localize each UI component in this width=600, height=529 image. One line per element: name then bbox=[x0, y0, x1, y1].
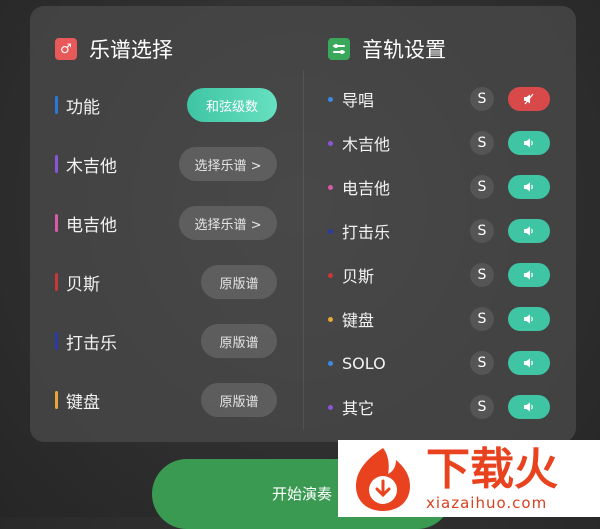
track-volume-toggle[interactable] bbox=[508, 131, 550, 155]
solo-button[interactable]: S bbox=[470, 307, 494, 331]
speaker-muted-icon bbox=[523, 93, 535, 105]
solo-button[interactable]: S bbox=[470, 131, 494, 155]
track-label: 键盘 bbox=[342, 311, 375, 330]
track-row: SOLO S bbox=[328, 350, 550, 376]
music-note-icon: ♂ bbox=[55, 38, 77, 60]
download-fire-logo bbox=[356, 447, 410, 511]
score-row-acoustic-guitar: 木吉他 选择乐谱 > bbox=[55, 147, 277, 181]
row-color-bar bbox=[55, 96, 58, 114]
original-score-button[interactable]: 原版谱 bbox=[201, 324, 277, 358]
row-color-bar bbox=[55, 273, 58, 291]
track-color-dot bbox=[328, 184, 333, 190]
track-color-dot bbox=[328, 96, 333, 102]
watermark-url: xiazaihuo.com bbox=[426, 493, 548, 512]
track-volume-toggle[interactable] bbox=[508, 307, 550, 331]
speaker-icon bbox=[523, 137, 535, 149]
row-color-bar bbox=[55, 214, 58, 232]
track-row: 电吉他 S bbox=[328, 174, 550, 200]
track-color-dot bbox=[328, 228, 333, 234]
track-label: 导唱 bbox=[342, 91, 375, 110]
score-row-function: 功能 和弦级数 bbox=[55, 88, 277, 122]
track-row: 木吉他 S bbox=[328, 130, 550, 156]
track-color-dot bbox=[328, 404, 333, 410]
score-row-electric-guitar: 电吉他 选择乐谱 > bbox=[55, 206, 277, 240]
track-volume-toggle[interactable] bbox=[508, 87, 550, 111]
solo-button[interactable]: S bbox=[470, 263, 494, 287]
select-score-button[interactable]: 选择乐谱 > bbox=[179, 147, 277, 181]
track-label: 贝斯 bbox=[342, 267, 375, 286]
track-label: 打击乐 bbox=[342, 223, 391, 242]
solo-button[interactable]: S bbox=[470, 395, 494, 419]
track-color-dot bbox=[328, 140, 333, 146]
score-row-percussion: 打击乐 原版谱 bbox=[55, 324, 277, 358]
row-color-bar bbox=[55, 332, 58, 350]
score-row-label: 木吉他 bbox=[66, 156, 117, 177]
track-row: 打击乐 S bbox=[328, 218, 550, 244]
score-row-label: 打击乐 bbox=[66, 333, 117, 354]
track-row: 贝斯 S bbox=[328, 262, 550, 288]
score-row-bass: 贝斯 原版谱 bbox=[55, 265, 277, 299]
track-volume-toggle[interactable] bbox=[508, 175, 550, 199]
track-label: 电吉他 bbox=[342, 179, 391, 198]
track-volume-toggle[interactable] bbox=[508, 263, 550, 287]
panel-divider bbox=[303, 70, 304, 430]
score-selection-title: 乐谱选择 bbox=[89, 38, 173, 62]
solo-button[interactable]: S bbox=[470, 175, 494, 199]
chord-degree-button[interactable]: 和弦级数 bbox=[187, 88, 277, 122]
track-volume-toggle[interactable] bbox=[508, 395, 550, 419]
track-label: 木吉他 bbox=[342, 135, 391, 154]
speaker-icon bbox=[523, 269, 535, 281]
track-label: SOLO bbox=[342, 353, 386, 373]
original-score-button[interactable]: 原版谱 bbox=[201, 383, 277, 417]
solo-button[interactable]: S bbox=[470, 351, 494, 375]
track-settings-icon bbox=[328, 38, 350, 60]
row-color-bar bbox=[55, 155, 58, 173]
score-row-label: 功能 bbox=[66, 97, 100, 118]
speaker-icon bbox=[523, 401, 535, 413]
speaker-icon bbox=[523, 225, 535, 237]
score-row-label: 电吉他 bbox=[66, 215, 117, 236]
track-row: 其它 S bbox=[328, 394, 550, 420]
track-color-dot bbox=[328, 360, 333, 366]
track-volume-toggle[interactable] bbox=[508, 351, 550, 375]
score-row-label: 贝斯 bbox=[66, 274, 100, 295]
watermark: 下载火 xiazaihuo.com bbox=[338, 440, 600, 517]
track-label: 其它 bbox=[342, 399, 375, 418]
speaker-icon bbox=[523, 181, 535, 193]
watermark-brand: 下载火 bbox=[426, 443, 558, 495]
score-row-keyboard: 键盘 原版谱 bbox=[55, 383, 277, 417]
track-settings-header: 音轨设置 bbox=[328, 34, 446, 64]
track-row: 导唱 S bbox=[328, 86, 550, 112]
original-score-button[interactable]: 原版谱 bbox=[201, 265, 277, 299]
select-score-button[interactable]: 选择乐谱 > bbox=[179, 206, 277, 240]
score-selection-header: ♂ 乐谱选择 bbox=[55, 34, 173, 64]
track-settings-title: 音轨设置 bbox=[362, 38, 446, 62]
track-row: 键盘 S bbox=[328, 306, 550, 332]
score-row-label: 键盘 bbox=[66, 392, 100, 413]
speaker-icon bbox=[523, 357, 535, 369]
solo-button[interactable]: S bbox=[470, 219, 494, 243]
solo-button[interactable]: S bbox=[470, 87, 494, 111]
speaker-icon bbox=[523, 313, 535, 325]
track-color-dot bbox=[328, 272, 333, 278]
track-color-dot bbox=[328, 316, 333, 322]
track-volume-toggle[interactable] bbox=[508, 219, 550, 243]
row-color-bar bbox=[55, 391, 58, 409]
